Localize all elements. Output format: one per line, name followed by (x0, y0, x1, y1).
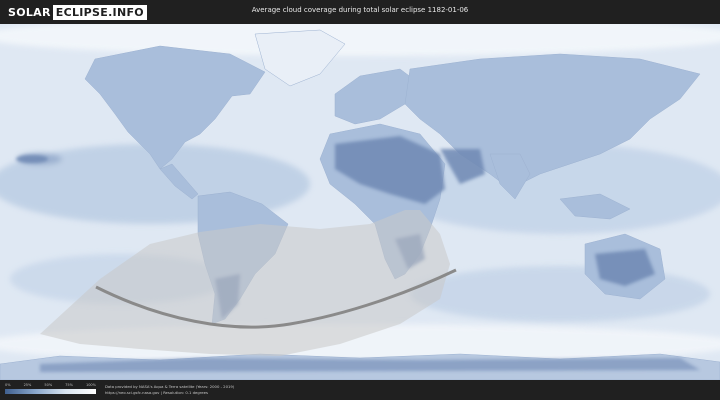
pacific-clear-patch (16, 155, 48, 163)
footer-bar: 0% 25% 50% 75% 100% Data provided by NAS… (0, 380, 720, 400)
page-title: Average cloud coverage during total sola… (251, 6, 469, 14)
cloud-coverage-map (0, 24, 720, 380)
credit-line-2: https://neo.sci.gsfc.nasa.gov | Resoluti… (105, 390, 208, 395)
data-credit: Data provided by NASA's Aqua & Terra sat… (105, 384, 234, 396)
world-map-svg (0, 24, 720, 380)
header-bar: SOLAR ECLIPSE.INFO Average cloud coverag… (0, 0, 720, 24)
cloud-coverage-legend-bar (5, 389, 96, 394)
